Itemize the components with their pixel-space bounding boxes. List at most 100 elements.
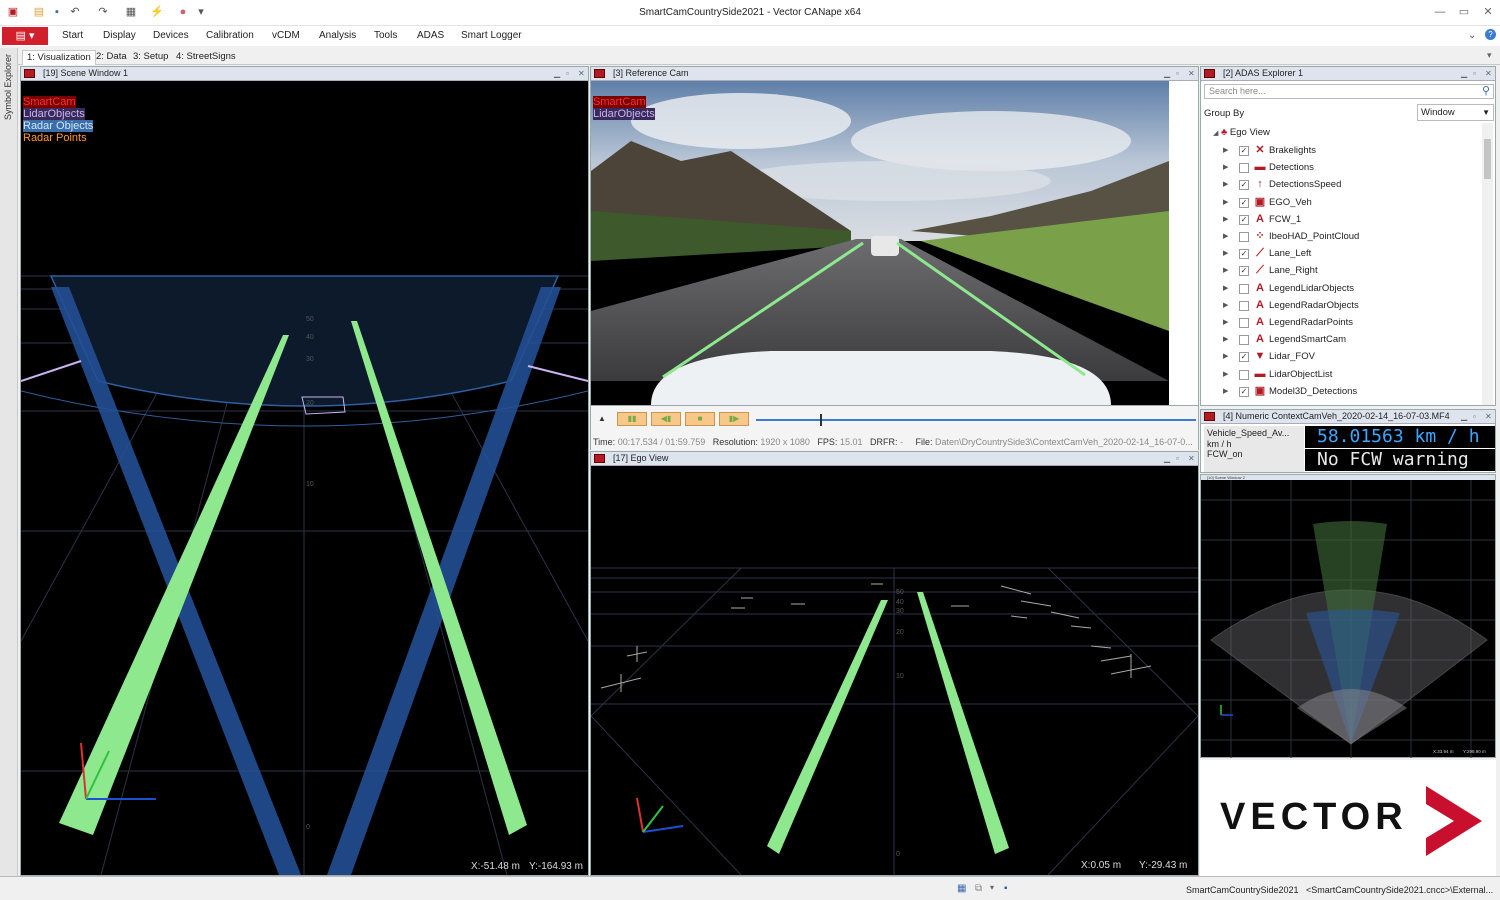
tree-item[interactable]: ▶ A LegendLidarObjects: [1221, 281, 1481, 298]
expand-arrow-icon[interactable]: ▶: [1223, 229, 1228, 244]
visibility-checkbox[interactable]: [1239, 335, 1249, 346]
tab-data[interactable]: 2: Data: [92, 50, 131, 65]
copy-icon[interactable]: ⧉: [975, 883, 982, 894]
panel-close-icon[interactable]: ✕: [1485, 410, 1492, 423]
tree-item[interactable]: ▶ ✓ ⟋ Lane_Right: [1221, 263, 1481, 280]
playback-slider-handle[interactable]: [820, 414, 823, 426]
expand-arrow-icon[interactable]: ▶: [1223, 263, 1228, 278]
tree-item[interactable]: ▶ ✓ ⟋ Lane_Left: [1221, 246, 1481, 263]
panel-minimize-icon[interactable]: ▁: [554, 67, 560, 80]
tree-item[interactable]: ▶ ✓ ✕ Brakelights: [1221, 143, 1481, 160]
scene-3d-view[interactable]: 50 40 30 20 10 0: [21, 81, 588, 875]
save-config-icon[interactable]: ▪: [1004, 883, 1008, 894]
visibility-checkbox[interactable]: [1239, 232, 1249, 242]
window-layout-icon[interactable]: ▦: [957, 883, 966, 894]
file-menu-button[interactable]: ▤ ▾: [2, 27, 48, 45]
expand-arrow-icon[interactable]: ▶: [1223, 281, 1228, 296]
expand-arrow-icon[interactable]: ▶: [1223, 384, 1228, 399]
menu-smart-logger[interactable]: Smart Logger: [461, 30, 522, 41]
expand-arrow-icon[interactable]: ▶: [1223, 160, 1228, 175]
panel-float-icon[interactable]: ▫: [1176, 452, 1179, 465]
panel-minimize-icon[interactable]: ▁: [1164, 452, 1170, 465]
expand-arrow-icon[interactable]: ▶: [1223, 298, 1228, 313]
menu-analysis[interactable]: Analysis: [319, 30, 356, 41]
menu-vcdm[interactable]: vCDM: [272, 30, 300, 41]
visibility-checkbox[interactable]: [1239, 318, 1249, 328]
collapse-ribbon-icon[interactable]: ⌄: [1468, 30, 1476, 41]
ego-view-panel[interactable]: [17] Ego View ▁ ▫ ✕ 50 40 30 20 10 0 X:0…: [590, 451, 1199, 876]
symbol-explorer-strip[interactable]: Symbol Explorer: [0, 48, 18, 876]
visibility-checkbox[interactable]: ✓: [1239, 249, 1249, 260]
menu-devices[interactable]: Devices: [153, 30, 189, 41]
stop-button[interactable]: ■: [685, 412, 715, 426]
step-back-button[interactable]: ◀▮: [651, 412, 681, 426]
visibility-checkbox[interactable]: ✓: [1239, 352, 1249, 363]
tab-setup[interactable]: 3: Setup: [129, 50, 172, 65]
tree-item[interactable]: ▶ ✓ ▼ Lidar_FOV: [1221, 349, 1481, 366]
expand-arrow-icon[interactable]: ▶: [1223, 143, 1228, 158]
menu-start[interactable]: Start: [62, 30, 83, 41]
pause-button[interactable]: ▮▮: [617, 412, 647, 426]
visibility-checkbox[interactable]: [1239, 283, 1249, 294]
visibility-checkbox[interactable]: [1239, 300, 1249, 311]
step-forward-button[interactable]: ▮▶: [719, 412, 749, 426]
expand-arrow-icon[interactable]: ▶: [1223, 195, 1228, 210]
tree-item[interactable]: ▶ A LegendRadarPoints: [1221, 315, 1481, 332]
visibility-checkbox[interactable]: ✓: [1239, 197, 1249, 208]
panel-close-icon[interactable]: ✕: [578, 67, 585, 80]
expand-arrow-icon[interactable]: ▶: [1223, 315, 1228, 330]
mini-scene-view[interactable]: [1201, 480, 1495, 758]
panel-float-icon[interactable]: ▫: [566, 67, 569, 80]
tree-item[interactable]: ▶ ▬ Detections: [1221, 160, 1481, 177]
panel-close-icon[interactable]: ✕: [1188, 67, 1195, 80]
tree-item[interactable]: ▶ ⁘ IbeoHAD_PointCloud: [1221, 229, 1481, 246]
tree-item[interactable]: ▶ A LegendRadarObjects: [1221, 298, 1481, 315]
scrollbar-thumb[interactable]: [1484, 139, 1491, 179]
minimize-button[interactable]: —: [1430, 4, 1450, 20]
tree-item[interactable]: ▶ ▬ LidarObjectList: [1221, 367, 1481, 384]
panel-float-icon[interactable]: ▫: [1473, 410, 1476, 423]
tree-scrollbar[interactable]: [1482, 123, 1493, 405]
visibility-checkbox[interactable]: ✓: [1239, 266, 1249, 277]
dropdown-icon[interactable]: ▾: [990, 883, 994, 892]
visibility-checkbox[interactable]: [1239, 163, 1249, 174]
tree-item[interactable]: ▶ A LegendSmartCam: [1221, 332, 1481, 349]
tree-item[interactable]: ▶ ✓ ▣ EGO_Veh: [1221, 195, 1481, 212]
expand-arrow-icon[interactable]: ▶: [1223, 332, 1228, 347]
reference-cam-panel[interactable]: [3] Reference Cam ▁ ▫ ✕ SmartCam LidarOb…: [590, 66, 1199, 406]
visibility-checkbox[interactable]: ✓: [1239, 386, 1249, 397]
visibility-checkbox[interactable]: ✓: [1239, 214, 1249, 225]
panel-minimize-icon[interactable]: ▁: [1461, 410, 1467, 423]
close-button[interactable]: ✕: [1478, 4, 1498, 20]
visibility-checkbox[interactable]: ✓: [1239, 146, 1249, 156]
expand-arrow-icon[interactable]: ▶: [1223, 367, 1228, 382]
menu-adas[interactable]: ADAS: [417, 30, 444, 41]
expand-arrow-icon[interactable]: ▶: [1223, 246, 1228, 261]
camera-video-frame[interactable]: [591, 81, 1169, 405]
panel-minimize-icon[interactable]: ▁: [1461, 67, 1467, 80]
mini-scene-panel[interactable]: [10] Scene Window 2 X:33.94 m Y:298.90 m: [1200, 474, 1496, 758]
expand-arrow-icon[interactable]: ▶: [1223, 212, 1228, 227]
signal-name-speed[interactable]: Vehicle_Speed_Av...: [1207, 428, 1289, 438]
collapse-icon[interactable]: ▲: [598, 414, 606, 423]
tree-item[interactable]: ▶ ✓ A FCW_1: [1221, 212, 1481, 229]
visibility-checkbox[interactable]: [1239, 369, 1249, 380]
visibility-checkbox[interactable]: ✓: [1239, 180, 1249, 191]
tree-item[interactable]: ▶ ✓ ↑ DetectionsSpeed: [1221, 177, 1481, 194]
panel-float-icon[interactable]: ▫: [1176, 67, 1179, 80]
expand-arrow-icon[interactable]: ▶: [1223, 177, 1228, 192]
panel-minimize-icon[interactable]: ▁: [1164, 67, 1170, 80]
menu-tools[interactable]: Tools: [374, 30, 397, 41]
scene-window-panel[interactable]: [19] Scene Window 1 ▁ ▫ ✕ 50 40 30 20 10…: [20, 66, 589, 876]
panel-close-icon[interactable]: ✕: [1188, 452, 1195, 465]
tab-list-icon[interactable]: ▾: [1487, 50, 1492, 61]
expand-arrow-icon[interactable]: ◢: [1213, 130, 1218, 137]
adas-search-input[interactable]: Search here...: [1204, 84, 1494, 99]
ego-3d-view[interactable]: 50 40 30 20 10 0: [591, 466, 1198, 875]
menu-display[interactable]: Display: [103, 30, 136, 41]
expand-arrow-icon[interactable]: ▶: [1223, 349, 1228, 364]
signal-name-fcw[interactable]: FCW_on: [1207, 449, 1243, 459]
menu-calibration[interactable]: Calibration: [206, 30, 254, 41]
tab-streetsigns[interactable]: 4: StreetSigns: [172, 50, 240, 65]
tree-item[interactable]: ▶ ✓ ▣ Model3D_Detections: [1221, 384, 1481, 401]
